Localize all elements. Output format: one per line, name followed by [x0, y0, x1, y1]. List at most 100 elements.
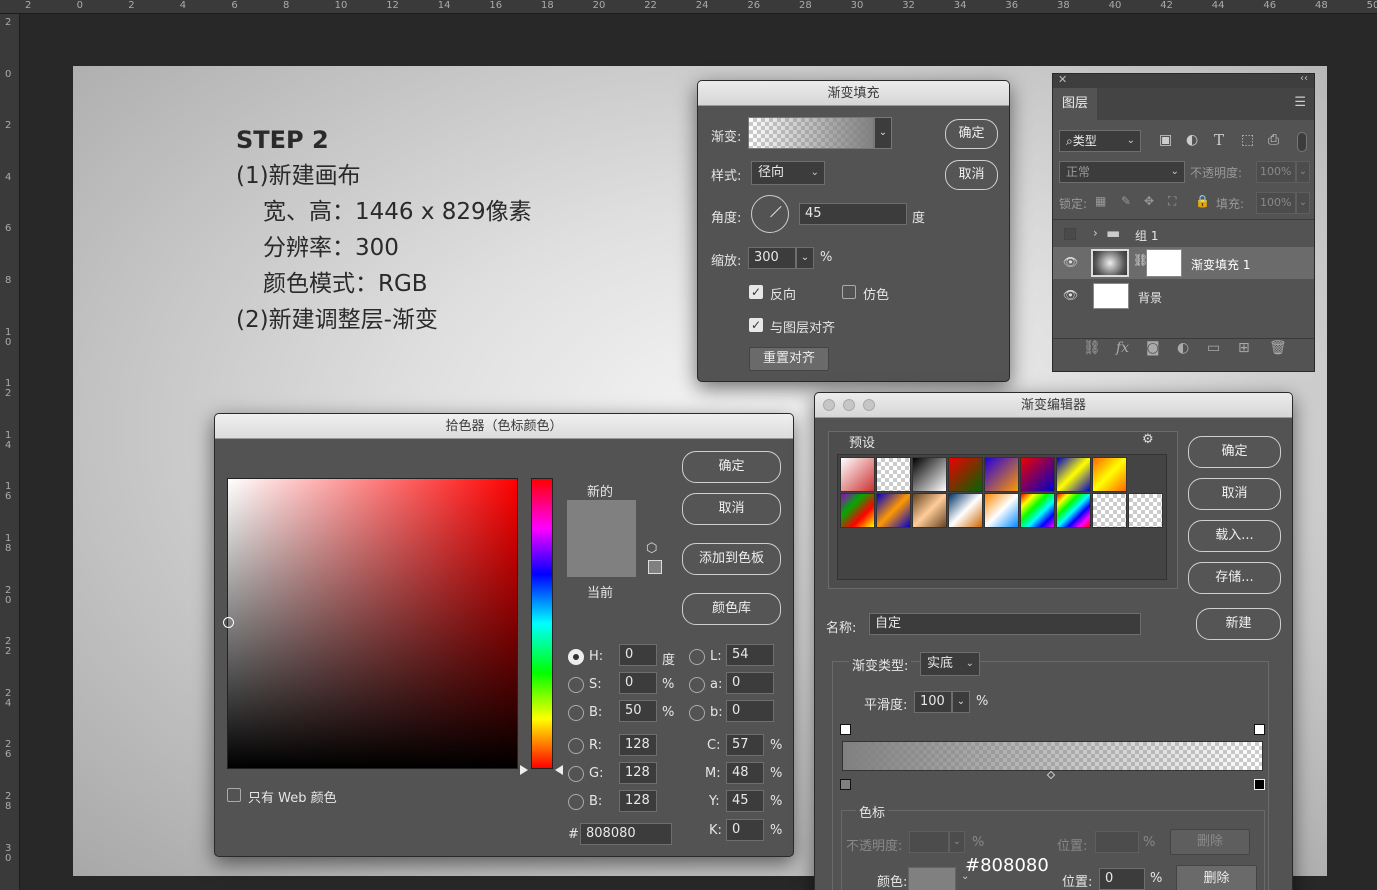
adjustment-layer-icon[interactable]: ◐ [1177, 340, 1189, 356]
cancel-button[interactable]: 取消 [1188, 478, 1281, 510]
opacity-stop-right[interactable] [1254, 724, 1265, 735]
reset-align-button[interactable]: 重置对齐 [749, 347, 829, 371]
color-stop-right[interactable] [1254, 779, 1265, 790]
add-mask-icon[interactable]: ◙ [1146, 340, 1160, 356]
preset-swatch[interactable] [984, 457, 1019, 492]
stop-location-input[interactable] [1095, 831, 1139, 853]
web-only-checkbox[interactable] [227, 788, 241, 802]
preset-swatch[interactable] [876, 457, 911, 492]
gradient-type-select[interactable]: 实底 ⌄ [920, 652, 980, 676]
cancel-button[interactable]: 取消 [682, 493, 781, 525]
stop-color-location-input[interactable]: 0 [1099, 868, 1145, 890]
preset-swatch[interactable] [876, 493, 911, 528]
h-input[interactable]: 0 [619, 644, 657, 666]
preset-swatch[interactable] [912, 493, 947, 528]
preset-swatch[interactable] [1128, 493, 1163, 528]
color-field[interactable] [227, 478, 518, 769]
preset-swatch[interactable] [912, 457, 947, 492]
delete-opacity-stop-button[interactable]: 删除 [1170, 829, 1250, 855]
smoothness-input[interactable]: 100 [914, 691, 952, 713]
angle-input[interactable]: 45 [799, 203, 907, 225]
align-checkbox[interactable]: ✓ [749, 318, 763, 332]
style-select[interactable]: 径向 ⌄ [751, 161, 825, 185]
gradient-preview[interactable] [748, 117, 874, 149]
preset-swatch[interactable] [1092, 457, 1127, 492]
m-input[interactable]: 48 [726, 762, 764, 784]
y-input[interactable]: 45 [726, 790, 764, 812]
lock-all-icon[interactable]: 🔒 [1195, 194, 1210, 208]
k-input[interactable]: 0 [726, 819, 764, 841]
ok-button[interactable]: 确定 [945, 119, 998, 149]
filter-toggle[interactable] [1297, 132, 1307, 152]
add-to-swatches-button[interactable]: 添加到色板 [682, 543, 781, 575]
cancel-button[interactable]: 取消 [945, 160, 998, 190]
preset-swatch[interactable] [948, 493, 983, 528]
layer-row-gradient-fill[interactable]: 👁 ⛓ 渐变填充 1 [1053, 247, 1314, 279]
preset-swatch[interactable] [1020, 457, 1055, 492]
color-libraries-button[interactable]: 颜色库 [682, 593, 781, 625]
b-input[interactable]: 50 [619, 700, 657, 722]
load-button[interactable]: 载入... [1188, 520, 1281, 552]
radio-lab-b[interactable] [689, 705, 705, 721]
preset-swatch[interactable] [984, 493, 1019, 528]
hex-input[interactable]: 808080 [580, 823, 672, 845]
ok-button[interactable]: 确定 [682, 451, 781, 483]
panel-menu-icon[interactable]: ☰ [1294, 95, 1306, 110]
opacity-input[interactable]: 100% [1256, 161, 1296, 183]
preset-swatch[interactable] [1056, 493, 1091, 528]
eye-icon[interactable]: 👁 [1063, 288, 1078, 302]
minimize-window-button[interactable] [843, 399, 855, 411]
preset-swatch[interactable] [840, 493, 875, 528]
layer-row-background[interactable]: 👁 背景 [1053, 281, 1314, 311]
smart-object-filter-icon[interactable]: ⎙ [1268, 132, 1279, 148]
cube-icon[interactable]: ⬡ [646, 541, 657, 556]
scale-dropdown-button[interactable]: ⌄ [796, 247, 814, 269]
radio-l[interactable] [689, 649, 705, 665]
close-window-button[interactable] [823, 399, 835, 411]
eye-icon[interactable]: 👁 [1063, 255, 1078, 269]
type-filter-icon[interactable]: T [1214, 131, 1224, 149]
fill-dropdown[interactable]: ⌄ [1296, 192, 1310, 214]
layer-row-group[interactable]: › ▬ 组 1 [1053, 220, 1314, 250]
g-input[interactable]: 128 [619, 762, 657, 784]
preset-swatch[interactable] [840, 457, 875, 492]
scale-input[interactable]: 300 [748, 247, 796, 269]
close-icon[interactable]: ✕ [1058, 73, 1067, 86]
horizontal-ruler[interactable]: 2 0 2 4 6 8 10 12 14 16 18 20 22 24 26 28 30 32 34 36 38 40 42… [0, 0, 1377, 14]
web-safe-swatch[interactable] [648, 560, 662, 574]
visibility-toggle-empty[interactable] [1064, 228, 1076, 240]
gradient-dropdown-button[interactable]: ⌄ [874, 117, 892, 149]
dither-checkbox[interactable] [842, 285, 856, 299]
radio-r[interactable] [568, 738, 584, 754]
adjustment-filter-icon[interactable]: ◐ [1186, 132, 1198, 148]
new-group-icon[interactable]: ▭ [1207, 340, 1220, 356]
lock-position-icon[interactable]: ✥ [1144, 194, 1154, 208]
lock-transparent-icon[interactable]: ▦ [1095, 194, 1106, 208]
hue-slider-right-handle[interactable] [555, 765, 563, 775]
s-input[interactable]: 0 [619, 672, 657, 694]
opacity-stop-left[interactable] [840, 724, 851, 735]
link-layers-icon[interactable]: ⛓ [1083, 340, 1101, 356]
delete-color-stop-button[interactable]: 删除 [1176, 865, 1257, 890]
chevron-right-icon[interactable]: › [1093, 226, 1098, 240]
lock-artboard-icon[interactable]: ⛶ [1168, 194, 1176, 209]
stop-opacity-dropdown[interactable]: ⌄ [949, 831, 965, 853]
lab-b-input[interactable]: 0 [726, 700, 774, 722]
color-stop-left[interactable] [840, 779, 851, 790]
l-input[interactable]: 54 [726, 644, 774, 666]
image-filter-icon[interactable]: ▣ [1159, 132, 1172, 148]
trash-icon[interactable]: 🗑 [1269, 340, 1287, 356]
collapse-icon[interactable]: ‹‹ [1300, 73, 1308, 84]
smoothness-dropdown[interactable]: ⌄ [952, 691, 970, 713]
current-color-swatch[interactable] [567, 539, 636, 577]
gear-icon[interactable]: ⚙ [1142, 432, 1154, 447]
radio-s[interactable] [568, 677, 584, 693]
radio-blue[interactable] [568, 794, 584, 810]
a-input[interactable]: 0 [726, 672, 774, 694]
fill-input[interactable]: 100% [1256, 192, 1296, 214]
angle-dial[interactable] [751, 195, 789, 233]
ok-button[interactable]: 确定 [1188, 436, 1281, 468]
layer-filter-select[interactable]: ⌕类型 ⌄ [1059, 130, 1141, 152]
fx-icon[interactable]: fx [1116, 340, 1129, 356]
color-field-cursor[interactable] [223, 617, 234, 628]
